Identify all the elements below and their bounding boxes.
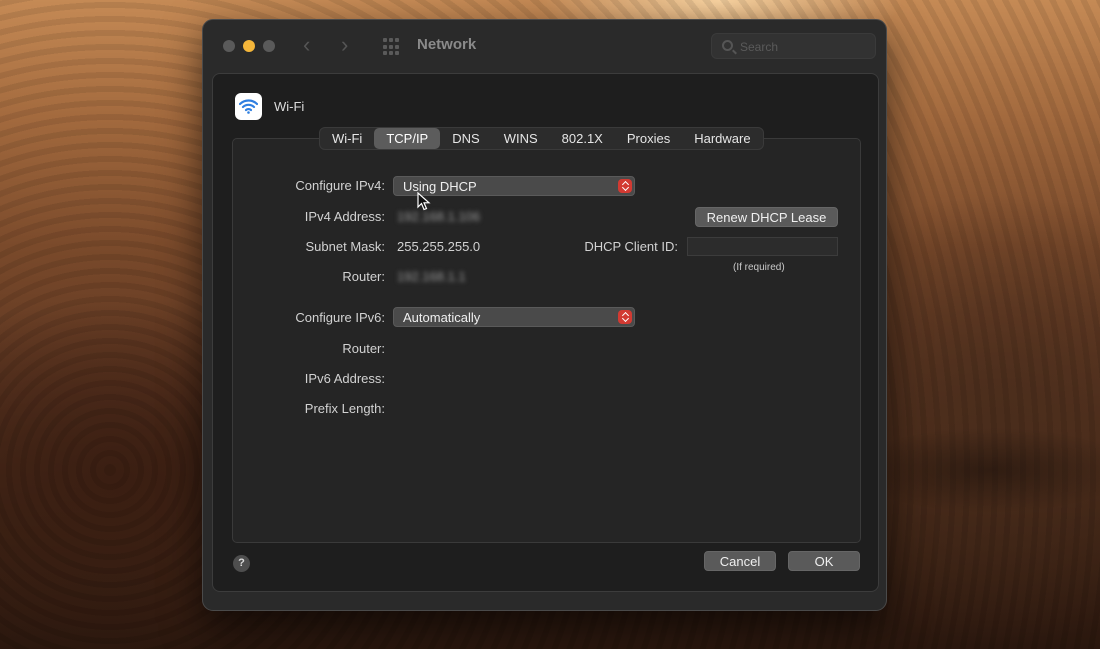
configure-ipv6-popup[interactable]: Automatically: [393, 307, 635, 327]
wifi-icon: [235, 93, 262, 120]
renew-dhcp-lease-button[interactable]: Renew DHCP Lease: [695, 207, 838, 227]
dhcp-client-id-hint: (If required): [733, 262, 785, 273]
dhcp-client-id-field[interactable]: [687, 237, 838, 256]
ipv4-router-label: Router:: [342, 269, 385, 284]
tab-tcpip[interactable]: TCP/IP: [374, 128, 440, 149]
subnet-mask-value: 255.255.255.0: [397, 239, 480, 254]
zoom-window-button[interactable]: [263, 40, 275, 52]
tab-bar: Wi-Fi TCP/IP DNS WINS 802.1X Proxies Har…: [319, 127, 764, 150]
search-field[interactable]: [711, 33, 876, 59]
configure-ipv4-value: Using DHCP: [403, 179, 477, 194]
tab-dns[interactable]: DNS: [440, 128, 491, 149]
configure-ipv4-label: Configure IPv4:: [295, 178, 385, 193]
dhcp-client-id-label: DHCP Client ID:: [584, 239, 678, 254]
configure-ipv6-label: Configure IPv6:: [295, 310, 385, 325]
search-input[interactable]: [740, 38, 870, 56]
subnet-mask-label: Subnet Mask:: [306, 239, 386, 254]
ipv4-address-value: 192.168.1.106: [397, 209, 480, 224]
tab-hardware[interactable]: Hardware: [682, 128, 762, 149]
close-window-button[interactable]: [223, 40, 235, 52]
prefix-length-label: Prefix Length:: [305, 401, 385, 416]
popup-chevron-icon: [618, 310, 632, 324]
configure-ipv6-value: Automatically: [403, 310, 480, 325]
search-icon: [722, 40, 733, 51]
ok-button[interactable]: OK: [788, 551, 860, 571]
tab-wins[interactable]: WINS: [492, 128, 550, 149]
title-bar: ‹ › Network: [203, 20, 886, 72]
minimize-window-button[interactable]: [243, 40, 255, 52]
window-title: Network: [417, 36, 476, 53]
network-preferences-window: ‹ › Network Wi-Fi Wi-Fi TCP/IP DNS: [202, 19, 887, 611]
tab-wifi[interactable]: Wi-Fi: [320, 128, 374, 149]
interface-name: Wi-Fi: [274, 99, 304, 114]
mouse-pointer-icon: [417, 192, 431, 212]
ipv6-address-label: IPv6 Address:: [305, 371, 385, 386]
advanced-settings-sheet: Wi-Fi Wi-Fi TCP/IP DNS WINS 802.1X Proxi…: [212, 73, 879, 592]
popup-chevron-icon: [618, 179, 632, 193]
ipv4-router-value: 192.168.1.1: [397, 269, 466, 284]
back-arrow-icon[interactable]: ‹: [303, 33, 310, 57]
show-all-grid-icon[interactable]: [383, 38, 401, 56]
tcpip-panel: [232, 138, 861, 543]
ipv6-router-label: Router:: [342, 341, 385, 356]
tab-8021x[interactable]: 802.1X: [550, 128, 615, 149]
ipv4-address-label: IPv4 Address:: [305, 209, 385, 224]
forward-arrow-icon[interactable]: ›: [341, 33, 348, 57]
help-button[interactable]: ?: [233, 555, 250, 572]
tab-proxies[interactable]: Proxies: [615, 128, 682, 149]
cancel-button[interactable]: Cancel: [704, 551, 776, 571]
